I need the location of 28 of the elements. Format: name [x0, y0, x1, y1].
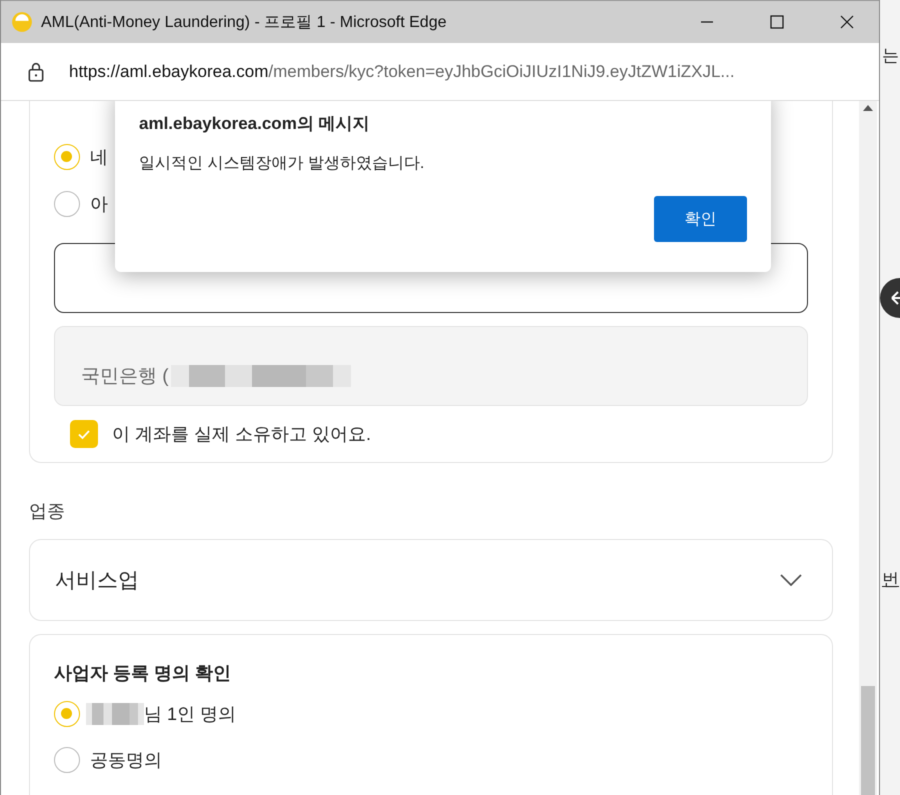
dialog-message: 일시적인 시스템장애가 발생하였습니다.	[139, 154, 426, 174]
close-icon[interactable]	[839, 14, 855, 30]
radio-label: 님 1인 명의	[144, 703, 236, 726]
scrollbar-thumb[interactable]	[861, 686, 875, 795]
chevron-down-icon	[780, 574, 802, 586]
radio-label: 네	[90, 146, 108, 168]
lock-icon[interactable]	[27, 62, 45, 82]
maximize-icon[interactable]	[769, 14, 785, 30]
section-label: 업종	[29, 500, 66, 523]
dialog-title: aml.ebaykorea.com의 메시지	[139, 113, 371, 135]
radio-label: 공동명의	[90, 749, 162, 772]
radio-label: 아	[90, 192, 108, 216]
browser-logo-icon	[11, 11, 33, 33]
window-title: AML(Anti-Money Laundering) - 프로필 1 - Microsoft Edge	[41, 12, 448, 32]
radio-button[interactable]	[54, 701, 80, 727]
radio-button[interactable]	[54, 144, 80, 170]
checkbox[interactable]	[70, 420, 98, 448]
scroll-up-icon[interactable]	[863, 105, 873, 111]
background-text: 번	[882, 569, 899, 591]
radio-button[interactable]	[54, 190, 80, 216]
radio-button[interactable]	[54, 747, 80, 773]
confirm-button[interactable]: 확인	[654, 196, 747, 242]
url-text[interactable]: https://aml.ebaykorea.com/members/kyc?token=eyJhbGciOiJIUzI1NiJ9.eyJtZW1iZXJL...	[69, 62, 735, 82]
industry-select[interactable]: 서비스업	[29, 539, 833, 621]
background-text: 는	[882, 45, 899, 67]
checkbox-label: 이 계좌를 실제 소유하고 있어요.	[112, 423, 372, 446]
account-text: 국민은행 (	[81, 365, 169, 389]
card-title: 사업자 등록 명의 확인	[54, 662, 232, 685]
